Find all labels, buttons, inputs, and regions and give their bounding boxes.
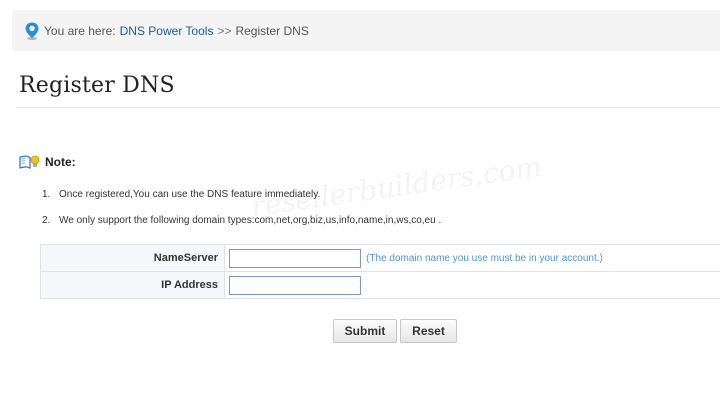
submit-button[interactable]: Submit xyxy=(333,319,397,343)
register-dns-form: NameServer (The domain name you use must… xyxy=(40,244,720,299)
breadcrumb: You are here: DNS Power Tools >> Registe… xyxy=(12,10,720,51)
breadcrumb-current: Register DNS xyxy=(235,23,309,38)
reset-button[interactable]: Reset xyxy=(400,319,457,343)
register-dns-page: You are here: DNS Power Tools >> Registe… xyxy=(0,0,720,399)
list-item-text: We only support the following domain typ… xyxy=(59,215,442,226)
note-heading: Note: xyxy=(19,154,76,170)
nameserver-label: NameServer xyxy=(40,244,225,272)
table-row: NameServer (The domain name you use must… xyxy=(40,244,720,272)
breadcrumb-link-dns-power-tools[interactable]: DNS Power Tools xyxy=(120,24,214,38)
note-list: 1. Once registered,You can use the DNS fe… xyxy=(42,188,441,240)
list-item: 2. We only support the following domain t… xyxy=(42,214,441,227)
note-title: Note: xyxy=(45,155,76,169)
table-row: IP Address xyxy=(40,271,720,299)
ip-address-label: IP Address xyxy=(40,271,225,299)
book-lightbulb-icon xyxy=(19,155,40,169)
ip-address-input[interactable] xyxy=(229,275,361,295)
nameserver-hint: (The domain name you use must be in your… xyxy=(366,252,603,264)
list-item-number: 2. xyxy=(42,215,51,226)
list-item-number: 1. xyxy=(42,189,51,200)
breadcrumb-prefix: You are here: xyxy=(44,23,116,38)
page-title: Register DNS xyxy=(19,73,175,98)
breadcrumb-separator: >> xyxy=(217,23,232,38)
title-divider xyxy=(16,107,720,108)
location-pin-icon xyxy=(23,21,41,41)
list-item: 1. Once registered,You can use the DNS fe… xyxy=(42,188,441,201)
ip-address-cell xyxy=(224,271,720,299)
nameserver-cell: (The domain name you use must be in your… xyxy=(224,244,720,272)
nameserver-input[interactable] xyxy=(229,248,361,268)
list-item-text: Once registered,You can use the DNS feat… xyxy=(59,189,321,200)
